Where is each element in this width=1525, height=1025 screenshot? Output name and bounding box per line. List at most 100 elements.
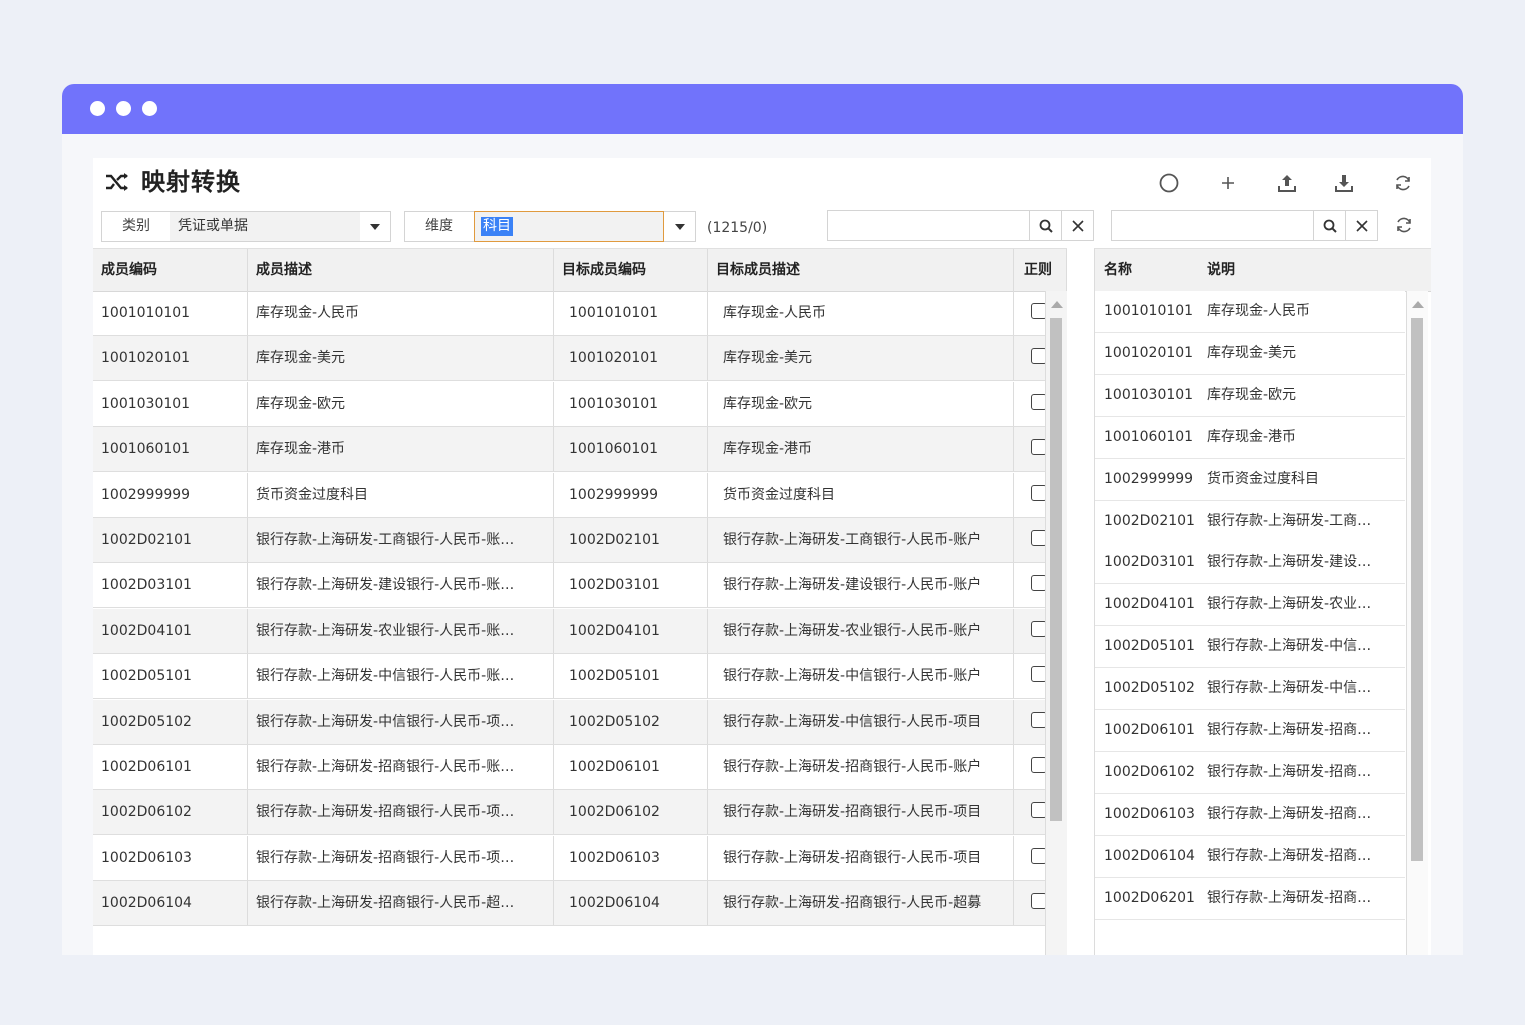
plus-icon[interactable] (1215, 170, 1241, 196)
table-cell-code[interactable]: 1001010101 (93, 291, 248, 335)
column-header[interactable]: 目标成员编码 (554, 249, 708, 291)
table-row[interactable]: 1002D02101 银行存款-上海研发-工商银行-人民币-账… 1002D0210… (93, 518, 1067, 563)
table-cell-tdesc[interactable]: 库存现金-欧元 (708, 381, 1014, 426)
table-cell-desc[interactable]: 银行存款-上海研发-招商银行-人民币-账… (248, 745, 554, 789)
list-item[interactable]: 1002D06201 银行存款-上海研发-招商… (1095, 877, 1405, 920)
table-cell-tdesc[interactable]: 库存现金-人民币 (708, 291, 1014, 335)
column-header[interactable]: 说明 (1207, 249, 1235, 291)
scroll-up-icon[interactable] (1412, 301, 1424, 308)
table-cell-tdesc[interactable]: 银行存款-上海研发-建设银行-人民币-账户 (708, 563, 1014, 608)
table-cell-tcode[interactable]: 1002D06101 (554, 745, 708, 789)
table-cell-code[interactable]: 1002D02101 (93, 518, 248, 562)
list-item[interactable]: 1002D05102 银行存款-上海研发-中信… (1095, 668, 1405, 711)
table-cell-desc[interactable]: 库存现金-港币 (248, 427, 554, 472)
list-scrollbar[interactable] (1406, 291, 1428, 955)
table-cell-tdesc[interactable]: 银行存款-上海研发-招商银行-人民币-超募 (708, 881, 1014, 926)
table-cell-tcode[interactable]: 1002D05102 (554, 699, 708, 744)
table-cell-tdesc[interactable]: 库存现金-港币 (708, 427, 1014, 472)
table-cell-tcode[interactable]: 1001010101 (554, 291, 708, 335)
list-item[interactable]: 1001060101 库存现金-港币 (1095, 416, 1405, 459)
table-cell-tcode[interactable]: 1002D06103 (554, 835, 708, 880)
table-cell-code[interactable]: 1002D05101 (93, 654, 248, 699)
download-icon[interactable] (1331, 170, 1357, 196)
table-cell-code[interactable]: 1001060101 (93, 427, 248, 472)
column-header[interactable]: 成员描述 (248, 249, 554, 291)
column-header[interactable]: 名称 (1104, 249, 1132, 291)
table-cell-code[interactable]: 1002D04101 (93, 608, 248, 653)
table-cell-tdesc[interactable]: 库存现金-美元 (708, 336, 1014, 381)
clear-icon[interactable] (1061, 210, 1094, 241)
list-item[interactable]: 1002D06102 银行存款-上海研发-招商… (1095, 751, 1405, 794)
table-row[interactable]: 1001030101 库存现金-欧元 1001030101 库存现金-欧元 (93, 381, 1067, 427)
dimension-select[interactable]: 维度 科目 (404, 211, 696, 242)
list-item[interactable]: 1002999999 货币资金过度科目 (1095, 458, 1405, 501)
table-row[interactable]: 1001060101 库存现金-港币 1001060101 库存现金-港币 (93, 427, 1067, 473)
table-cell-code[interactable]: 1002D06101 (93, 745, 248, 789)
column-header[interactable]: 目标成员描述 (708, 249, 1014, 291)
table-cell-code[interactable]: 1002D06104 (93, 881, 248, 926)
table-cell-tcode[interactable]: 1002D04101 (554, 608, 708, 653)
chevron-down-icon[interactable] (665, 212, 695, 241)
table-row[interactable]: 1002D05102 银行存款-上海研发-中信银行-人民币-项… 1002D0510… (93, 699, 1067, 745)
table-row[interactable]: 1002D03101 银行存款-上海研发-建设银行-人民币-账… 1002D0310… (93, 563, 1067, 609)
table-cell-tcode[interactable]: 1002D05101 (554, 654, 708, 699)
list-item[interactable]: 1001010101 库存现金-人民币 (1095, 291, 1405, 333)
window-dot-2[interactable] (116, 101, 131, 116)
list-item[interactable]: 1002D03101 银行存款-上海研发-建设… (1095, 542, 1405, 585)
table-scrollbar[interactable] (1045, 291, 1067, 955)
table-cell-code[interactable]: 1002D05102 (93, 699, 248, 744)
table-cell-desc[interactable]: 银行存款-上海研发-中信银行-人民币-项… (248, 699, 554, 744)
refresh-icon[interactable] (1390, 170, 1416, 196)
scroll-up-icon[interactable] (1051, 301, 1063, 308)
table-cell-tdesc[interactable]: 银行存款-上海研发-招商银行-人民币-项目 (708, 835, 1014, 880)
table-cell-tdesc[interactable]: 货币资金过度科目 (708, 472, 1014, 517)
table-cell-desc[interactable]: 库存现金-美元 (248, 336, 554, 381)
table-cell-code[interactable]: 1002D06103 (93, 835, 248, 880)
scroll-thumb[interactable] (1411, 318, 1423, 861)
table-row[interactable]: 1002D04101 银行存款-上海研发-农业银行-人民币-账… 1002D0410… (93, 608, 1067, 654)
table-cell-tdesc[interactable]: 银行存款-上海研发-中信银行-人民币-项目 (708, 699, 1014, 744)
search-icon[interactable] (1029, 210, 1062, 241)
table-cell-desc[interactable]: 银行存款-上海研发-建设银行-人民币-账… (248, 563, 554, 608)
table-cell-tdesc[interactable]: 银行存款-上海研发-招商银行-人民币-项目 (708, 790, 1014, 835)
search-input-left[interactable] (827, 210, 1030, 241)
table-cell-desc[interactable]: 银行存款-上海研发-招商银行-人民币-超… (248, 881, 554, 926)
table-cell-code[interactable]: 1002D06102 (93, 790, 248, 835)
window-dot-3[interactable] (142, 101, 157, 116)
list-item[interactable]: 1002D05101 银行存款-上海研发-中信… (1095, 626, 1405, 669)
table-cell-desc[interactable]: 银行存款-上海研发-农业银行-人民币-账… (248, 608, 554, 653)
table-cell-code[interactable]: 1001030101 (93, 381, 248, 426)
clear-icon[interactable] (1345, 210, 1378, 241)
upload-icon[interactable] (1274, 170, 1300, 196)
dimension-input[interactable]: 科目 (474, 211, 664, 242)
list-item[interactable]: 1002D06103 银行存款-上海研发-招商… (1095, 793, 1405, 836)
table-row[interactable]: 1002D06101 银行存款-上海研发-招商银行-人民币-账… 1002D0610… (93, 745, 1067, 790)
table-cell-tdesc[interactable]: 银行存款-上海研发-农业银行-人民币-账户 (708, 608, 1014, 653)
table-row[interactable]: 1001010101 库存现金-人民币 1001010101 库存现金-人民币 (93, 291, 1067, 336)
table-cell-tcode[interactable]: 1002D06104 (554, 881, 708, 926)
window-dot-1[interactable] (90, 101, 105, 116)
table-row[interactable]: 1001020101 库存现金-美元 1001020101 库存现金-美元 (93, 336, 1067, 382)
category-value[interactable]: 凭证或单据 (170, 212, 360, 241)
table-cell-code[interactable]: 1001020101 (93, 336, 248, 381)
table-cell-tdesc[interactable]: 银行存款-上海研发-工商银行-人民币-账户 (708, 518, 1014, 562)
table-cell-code[interactable]: 1002D03101 (93, 563, 248, 608)
table-cell-desc[interactable]: 银行存款-上海研发-中信银行-人民币-账… (248, 654, 554, 699)
list-item[interactable]: 1002D04101 银行存款-上海研发-农业… (1095, 584, 1405, 627)
table-cell-tcode[interactable]: 1001020101 (554, 336, 708, 381)
list-item[interactable]: 1002D02101 银行存款-上海研发-工商… (1095, 500, 1405, 543)
column-header[interactable]: 成员编码 (93, 249, 248, 291)
table-row[interactable]: 1002999999 货币资金过度科目 1002999999 货币资金过度科目 (93, 472, 1067, 518)
table-cell-tcode[interactable]: 1001060101 (554, 427, 708, 472)
table-row[interactable]: 1002D06102 银行存款-上海研发-招商银行-人民币-项… 1002D0610… (93, 790, 1067, 836)
table-cell-tdesc[interactable]: 银行存款-上海研发-中信银行-人民币-账户 (708, 654, 1014, 699)
table-cell-tcode[interactable]: 1002999999 (554, 472, 708, 517)
table-cell-tcode[interactable]: 1002D06102 (554, 790, 708, 835)
table-cell-desc[interactable]: 银行存款-上海研发-招商银行-人民币-项… (248, 835, 554, 880)
table-row[interactable]: 1002D06104 银行存款-上海研发-招商银行-人民币-超… 1002D0610… (93, 881, 1067, 927)
table-cell-tdesc[interactable]: 银行存款-上海研发-招商银行-人民币-账户 (708, 745, 1014, 789)
table-row[interactable]: 1002D06103 银行存款-上海研发-招商银行-人民币-项… 1002D0610… (93, 835, 1067, 881)
table-cell-tcode[interactable]: 1002D02101 (554, 518, 708, 562)
column-header[interactable]: 正则 (1014, 249, 1067, 291)
table-cell-desc[interactable]: 库存现金-欧元 (248, 381, 554, 426)
